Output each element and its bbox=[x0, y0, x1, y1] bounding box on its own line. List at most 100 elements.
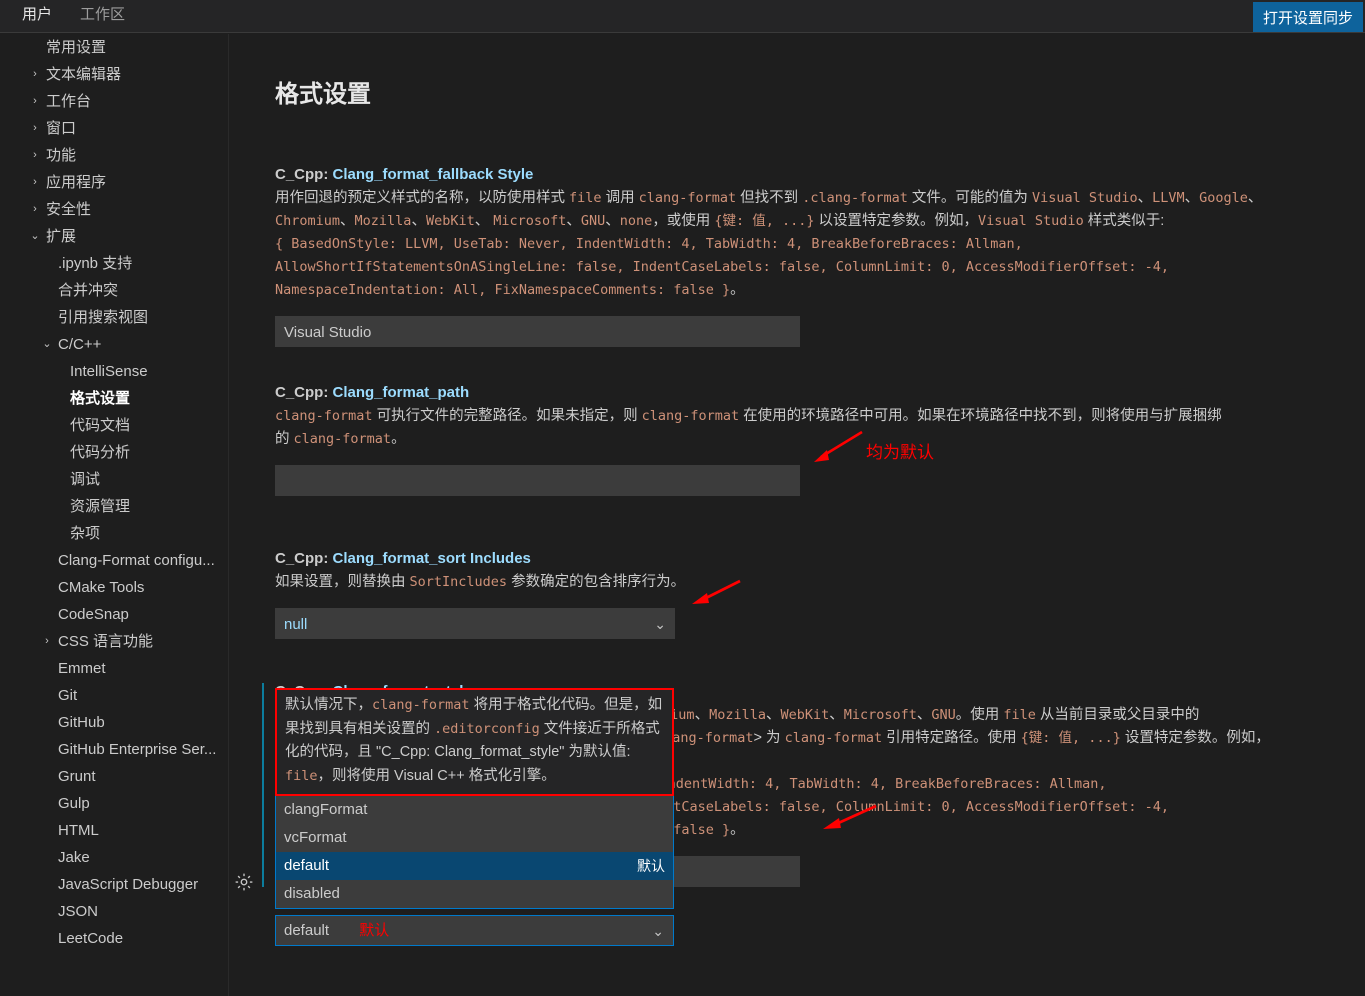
format-style-combobox[interactable]: 默认情况下，clang-format 将用于格式化代码。但是，如果找到具有相关设… bbox=[275, 688, 674, 946]
setting-name: Clang_format_fallback Style bbox=[332, 166, 534, 183]
sidebar-item-8[interactable]: .ipynb 支持 bbox=[0, 250, 228, 277]
gear-icon[interactable] bbox=[234, 872, 254, 892]
chevron-down-icon[interactable]: ⌄ bbox=[24, 223, 46, 250]
combobox-value-annotation: 默认 bbox=[359, 922, 390, 939]
sidebar-item-5[interactable]: › 应用程序 bbox=[0, 169, 228, 196]
sidebar-item-18[interactable]: 杂项 bbox=[0, 520, 228, 547]
sidebar-item-20[interactable]: CMake Tools bbox=[0, 574, 228, 601]
sidebar-item-17[interactable]: 资源管理 bbox=[0, 493, 228, 520]
chevron-down-icon: ⌄ bbox=[652, 923, 664, 939]
sidebar-item-label: IntelliSense bbox=[70, 363, 148, 380]
top-bar: 用户 工作区 打开设置同步 bbox=[0, 0, 1365, 33]
chevron-right-icon[interactable]: › bbox=[36, 628, 58, 655]
no-icon bbox=[36, 250, 58, 277]
settings-tree-sidebar[interactable]: 常用设置 › 文本编辑器 › 工作台 › 窗口 › 功能 › 应用程序 › 安全性 ⌄ 扩展 .ipynb 支… bbox=[0, 34, 228, 996]
sidebar-item-9[interactable]: 合并冲突 bbox=[0, 277, 228, 304]
setting-description: 如果设置，则替换由 SortIncludes 参数确定的包含排序行为。 bbox=[275, 574, 686, 590]
sidebar-item-32[interactable]: JSON bbox=[0, 898, 228, 925]
sidebar-item-7[interactable]: ⌄ 扩展 bbox=[0, 223, 228, 250]
sidebar-item-label: 调试 bbox=[70, 471, 101, 488]
top-bar-divider bbox=[0, 32, 1365, 33]
sort-includes-select[interactable]: null ⌄ bbox=[275, 608, 675, 639]
chevron-right-icon[interactable]: › bbox=[24, 61, 46, 88]
scope-tabs: 用户 工作区 bbox=[8, 0, 139, 33]
sidebar-item-25[interactable]: GitHub bbox=[0, 709, 228, 736]
setting-clang-format-path: C_Cpp: Clang_format_path clang-format 可执… bbox=[275, 384, 1222, 496]
sidebar-item-15[interactable]: 代码分析 bbox=[0, 439, 228, 466]
sidebar-item-29[interactable]: HTML bbox=[0, 817, 228, 844]
combobox-option-clangFormat[interactable]: clangFormat bbox=[276, 796, 673, 824]
sidebar-item-21[interactable]: CodeSnap bbox=[0, 601, 228, 628]
sidebar-item-12[interactable]: IntelliSense bbox=[0, 358, 228, 385]
sidebar-item-16[interactable]: 调试 bbox=[0, 466, 228, 493]
open-settings-sync-button[interactable]: 打开设置同步 bbox=[1252, 2, 1363, 33]
sidebar-item-11[interactable]: ⌄ C/C++ bbox=[0, 331, 228, 358]
sidebar-item-27[interactable]: Grunt bbox=[0, 763, 228, 790]
combobox-option-list[interactable]: clangFormat vcFormat default 默认 disabled bbox=[275, 796, 674, 909]
sidebar-item-label: 安全性 bbox=[46, 201, 92, 218]
sidebar-item-6[interactable]: › 安全性 bbox=[0, 196, 228, 223]
sidebar-item-label: 杂项 bbox=[70, 525, 101, 542]
sidebar-item-label: 扩展 bbox=[46, 228, 77, 245]
no-icon bbox=[24, 34, 46, 61]
sidebar-item-23[interactable]: Emmet bbox=[0, 655, 228, 682]
combobox-option-default[interactable]: default 默认 bbox=[276, 852, 673, 880]
no-icon bbox=[36, 817, 58, 844]
combobox-option-description: 默认 bbox=[637, 858, 665, 874]
chevron-right-icon[interactable]: › bbox=[24, 196, 46, 223]
sidebar-item-1[interactable]: › 文本编辑器 bbox=[0, 61, 228, 88]
setting-description: clang-format 可执行文件的完整路径。如果未指定，则 clang-fo… bbox=[275, 408, 1222, 447]
sidebar-item-label: 合并冲突 bbox=[58, 282, 119, 299]
combobox-option-label: vcFormat bbox=[284, 829, 347, 846]
clang-format-path-input[interactable] bbox=[275, 465, 800, 496]
sidebar-item-31[interactable]: JavaScript Debugger bbox=[0, 871, 228, 898]
chevron-right-icon[interactable]: › bbox=[24, 115, 46, 142]
sidebar-item-label: 应用程序 bbox=[46, 174, 107, 191]
sidebar-item-2[interactable]: › 工作台 bbox=[0, 88, 228, 115]
sidebar-item-28[interactable]: Gulp bbox=[0, 790, 228, 817]
setting-title: C_Cpp: Clang_format_sort Includes bbox=[275, 550, 685, 567]
sidebar-item-4[interactable]: › 功能 bbox=[0, 142, 228, 169]
sidebar-item-label: 代码分析 bbox=[70, 444, 131, 461]
sidebar-item-10[interactable]: 引用搜索视图 bbox=[0, 304, 228, 331]
no-icon bbox=[36, 871, 58, 898]
sidebar-item-label: JavaScript Debugger bbox=[58, 876, 199, 893]
no-icon bbox=[36, 925, 58, 952]
sidebar-item-3[interactable]: › 窗口 bbox=[0, 115, 228, 142]
sidebar-item-label: Gulp bbox=[58, 795, 90, 812]
sidebar-item-label: 代码文档 bbox=[70, 417, 131, 434]
sidebar-item-26[interactable]: GitHub Enterprise Ser... bbox=[0, 736, 228, 763]
sidebar-item-33[interactable]: LeetCode bbox=[0, 925, 228, 952]
combobox-value-field[interactable]: default 默认 ⌄ bbox=[275, 915, 674, 946]
sidebar-item-label: 窗口 bbox=[46, 120, 77, 137]
sidebar-item-13[interactable]: 格式设置 bbox=[0, 385, 228, 412]
sidebar-item-label: Jake bbox=[58, 849, 90, 866]
sidebar-item-22[interactable]: › CSS 语言功能 bbox=[0, 628, 228, 655]
sidebar-item-label: JSON bbox=[58, 903, 99, 920]
combobox-option-vcFormat[interactable]: vcFormat bbox=[276, 824, 673, 852]
chevron-down-icon[interactable]: ⌄ bbox=[36, 331, 58, 358]
no-icon bbox=[36, 763, 58, 790]
sidebar-item-label: 资源管理 bbox=[70, 498, 131, 515]
sidebar-item-label: 格式设置 bbox=[70, 390, 131, 407]
tab-user[interactable]: 用户 bbox=[8, 0, 67, 33]
sidebar-item-14[interactable]: 代码文档 bbox=[0, 412, 228, 439]
annotation-all-default: 均为默认 bbox=[866, 443, 934, 462]
combobox-option-disabled[interactable]: disabled bbox=[276, 880, 673, 908]
chevron-right-icon[interactable]: › bbox=[24, 88, 46, 115]
sidebar-item-label: HTML bbox=[58, 822, 99, 839]
tab-workspace[interactable]: 工作区 bbox=[66, 0, 139, 33]
sidebar-item-19[interactable]: Clang-Format configu... bbox=[0, 547, 228, 574]
sidebar-item-label: GitHub Enterprise Ser... bbox=[58, 741, 217, 758]
sidebar-item-label: Git bbox=[58, 687, 78, 704]
modified-indicator bbox=[262, 683, 264, 887]
sidebar-item-30[interactable]: Jake bbox=[0, 844, 228, 871]
no-icon bbox=[36, 277, 58, 304]
chevron-right-icon[interactable]: › bbox=[24, 142, 46, 169]
no-icon bbox=[36, 304, 58, 331]
fallback-style-input[interactable]: Visual Studio bbox=[275, 316, 800, 347]
setting-name: Clang_format_path bbox=[332, 384, 470, 401]
sidebar-item-0[interactable]: 常用设置 bbox=[0, 34, 228, 61]
sidebar-item-24[interactable]: Git bbox=[0, 682, 228, 709]
chevron-right-icon[interactable]: › bbox=[24, 169, 46, 196]
